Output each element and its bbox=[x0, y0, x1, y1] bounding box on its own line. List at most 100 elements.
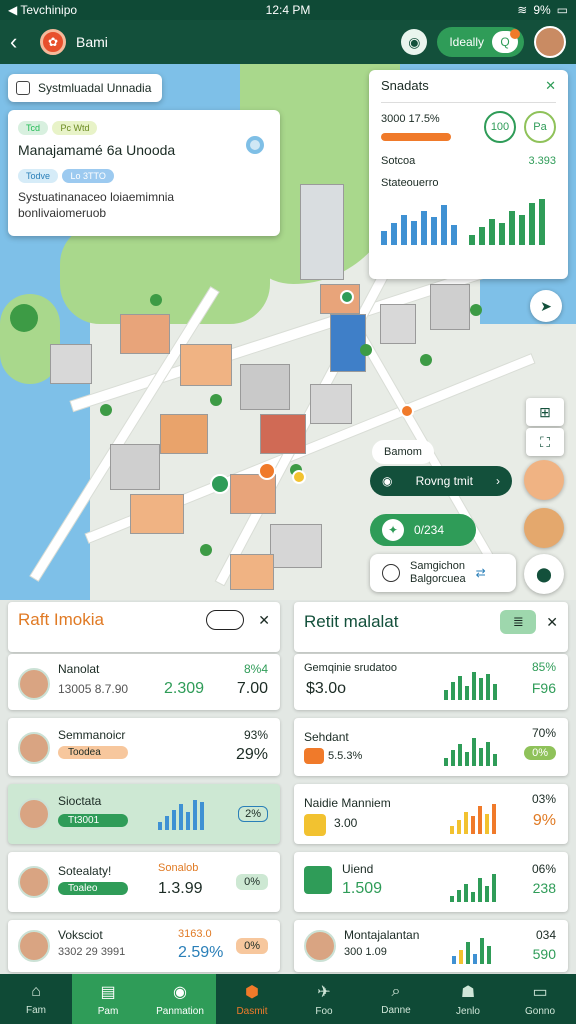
tab-gonno[interactable]: ▭ Gonno bbox=[504, 974, 576, 1024]
list-item[interactable]: Voksciot 3302 29 3991 3163.0 2.59% 0% bbox=[8, 920, 280, 972]
tab-label: Danne bbox=[381, 1004, 411, 1016]
location-info-card[interactable]: Tcd Pc Wtd Manajamamé 6a Unooda Todve Lo… bbox=[8, 110, 280, 236]
close-icon[interactable]: ✕ bbox=[546, 614, 558, 631]
place-icon bbox=[382, 564, 400, 582]
building bbox=[230, 474, 276, 514]
location-pin-icon[interactable]: ⬤ bbox=[524, 554, 564, 594]
list-item[interactable]: Semmanoicr Toodea 93% 29% bbox=[8, 718, 280, 776]
tab-pam[interactable]: ▤ Pam bbox=[72, 974, 144, 1024]
route-chip[interactable]: Bamom bbox=[372, 440, 434, 464]
navigate-icon[interactable]: ➤ bbox=[530, 290, 562, 322]
map-pin[interactable] bbox=[258, 462, 276, 480]
chat-icon: Q bbox=[492, 29, 520, 53]
location-icon[interactable] bbox=[246, 136, 264, 154]
list-item[interactable]: Naidie Manniem 3.00 03% 9% bbox=[294, 784, 568, 844]
list-item-value: 3.00 bbox=[334, 816, 358, 830]
stats-value2: 3.393 bbox=[528, 155, 556, 167]
bulb-icon[interactable]: ◉ bbox=[401, 29, 428, 55]
person-icon: ☗ bbox=[460, 983, 476, 1001]
glass-building bbox=[330, 314, 366, 372]
progress-bar bbox=[381, 133, 451, 141]
bike-icon: ✦ bbox=[382, 519, 404, 541]
stats-card: Snadats ✕ 3000 17.5% 100 Pa Sotcoa 3.393 … bbox=[369, 70, 568, 279]
list-item-right2: 9% bbox=[532, 812, 556, 829]
building bbox=[120, 314, 170, 354]
list-item[interactable]: Sotealaty! Toaleo Sonalob 1.3.99 0% bbox=[8, 852, 280, 912]
stats-row2: Sotcoa bbox=[381, 155, 416, 167]
list-item-right2: 2% bbox=[238, 806, 268, 822]
tab-label: Foo bbox=[315, 1005, 333, 1017]
map-pin[interactable] bbox=[292, 470, 306, 484]
chart-icon: ✈ bbox=[317, 983, 331, 1001]
tree bbox=[200, 544, 212, 556]
list-item[interactable]: Uiend 1.509 06% 238 bbox=[294, 852, 568, 912]
avatar bbox=[18, 668, 50, 700]
orange-icon: ⬢ bbox=[245, 983, 259, 1001]
monitor-icon: ▭ bbox=[532, 983, 548, 1001]
tab-dasmit[interactable]: ⬢ Dasmit bbox=[216, 974, 288, 1024]
list-item-right2: 238 bbox=[532, 880, 556, 896]
route-icon: ◉ bbox=[382, 474, 393, 488]
contact-avatar[interactable] bbox=[524, 508, 564, 548]
building bbox=[310, 384, 352, 424]
tab-foo[interactable]: ✈ Foo bbox=[288, 974, 360, 1024]
list-item[interactable]: Nanolat 13005 8.7.90 2.309 8%4 7.00 bbox=[8, 654, 280, 710]
tree bbox=[10, 304, 38, 332]
route-option-icon[interactable]: ⇄ bbox=[476, 566, 486, 580]
navigation-button[interactable]: ◉ Rovng tmit › bbox=[370, 466, 512, 496]
list-item-value: $3.0o bbox=[306, 680, 347, 697]
place-card[interactable]: Samgichon Balgorcuea ⇄ bbox=[370, 554, 516, 592]
info-detail: Systuatinanaceo loiaemimnia bbox=[18, 190, 175, 204]
list-item-sub: 13005 8.7.90 bbox=[58, 682, 129, 696]
stats-row1: 3000 17.5% bbox=[381, 113, 440, 125]
list-item[interactable]: Montajalantan 300 1.09 034 590 bbox=[294, 920, 568, 972]
pin-icon: ◉ bbox=[173, 983, 187, 1001]
fullscreen-icon[interactable]: ⛶ bbox=[526, 428, 564, 456]
tab-label: Dasmit bbox=[236, 1005, 268, 1017]
list-item-value: 2.309 bbox=[164, 680, 205, 697]
map-pin[interactable] bbox=[210, 474, 230, 494]
list-item-right1: 034 bbox=[535, 928, 556, 942]
list-item-sub: Tt3001 bbox=[58, 814, 128, 827]
list-item[interactable]: Sehdant 5.5.3% 70% 0% bbox=[294, 718, 568, 776]
ideally-button[interactable]: Ideally Q bbox=[437, 27, 524, 57]
place-name: Samgichon bbox=[410, 560, 466, 572]
map-pin[interactable] bbox=[400, 404, 414, 418]
list-item-value: 1.509 bbox=[342, 880, 383, 897]
close-icon[interactable]: ✕ bbox=[545, 78, 556, 94]
map-pin[interactable] bbox=[340, 290, 354, 304]
list-item-sub: Toaleo bbox=[58, 882, 128, 895]
tree bbox=[210, 394, 222, 406]
folder-icon[interactable] bbox=[206, 610, 245, 630]
list-item-right1: Sonalob bbox=[158, 862, 199, 874]
layers-icon[interactable]: ⊞ bbox=[526, 398, 564, 426]
filter-icon[interactable]: ≣ bbox=[500, 610, 537, 634]
building bbox=[240, 364, 290, 410]
bottom-tab-bar: ⌂ Fam ▤ Pam ◉ Panmation ⬢ Dasmit ✈ Foo ⌕ Danne… bbox=[0, 974, 576, 1024]
app-logo: ✿ bbox=[40, 29, 66, 55]
avatar bbox=[18, 930, 50, 962]
tab-panmation[interactable]: ◉ Panmation bbox=[144, 974, 216, 1024]
info-detail-2: bonlivaiomeruob bbox=[18, 206, 107, 220]
info-title: Manajamamé 6a Unooda bbox=[18, 142, 176, 158]
tab-danne[interactable]: ⌕ Danne bbox=[360, 974, 432, 1024]
percent-button[interactable]: ✦ 0/234 bbox=[370, 514, 476, 546]
panels-area: Raft Imokia ✕ Nanolat 13005 8.7.90 2.309… bbox=[0, 600, 576, 974]
list-item-value: 5.5.3% bbox=[328, 750, 363, 762]
tab-jenlo[interactable]: ☗ Jenlo bbox=[432, 974, 504, 1024]
green-bar-chart bbox=[469, 195, 545, 245]
back-icon[interactable]: ‹ bbox=[10, 29, 30, 55]
building bbox=[130, 494, 184, 534]
map-search[interactable]: Systmluadal Unnadia bbox=[8, 74, 162, 102]
list-item-selected[interactable]: Sioctata Tt3001 2% bbox=[8, 784, 280, 844]
building bbox=[260, 414, 306, 454]
list-item[interactable]: Gemqinie srudatoo $3.0o 85% F96 bbox=[294, 654, 568, 710]
user-avatar[interactable] bbox=[534, 26, 566, 58]
building bbox=[230, 554, 274, 590]
tab-fam[interactable]: ⌂ Fam bbox=[0, 974, 72, 1024]
list-item-name: Voksciot bbox=[58, 928, 103, 942]
contact-avatar[interactable] bbox=[524, 460, 564, 500]
list-item-right1: 93% bbox=[243, 728, 268, 742]
list-item-name: Semmanoicr bbox=[58, 728, 126, 742]
close-icon[interactable]: ✕ bbox=[258, 612, 270, 629]
